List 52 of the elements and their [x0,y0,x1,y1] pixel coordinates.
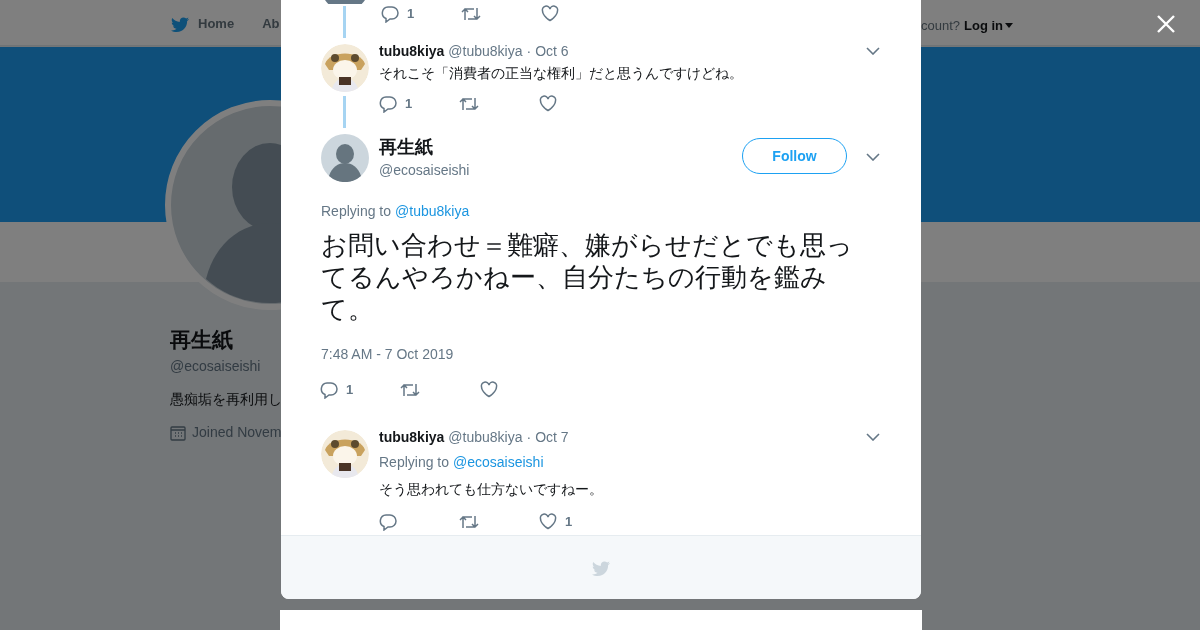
replying-label: Replying to [379,453,450,472]
bird-icon [170,14,190,33]
tweet-timestamp[interactable]: 7:48 AM - 7 Oct 2019 [321,344,881,365]
joined-date: Joined Novem [192,423,282,442]
nav-link[interactable]: Ab [262,14,280,34]
heart-icon [539,95,557,113]
user-handle: @tubu8kiya [448,42,523,60]
user-name[interactable]: tubu8kiya [379,42,445,60]
thread-line [343,96,346,128]
bird-icon [591,558,611,577]
profile-name: 再生紙 [170,327,234,353]
speech-bubble-icon [381,4,399,23]
profile-handle: @ecosaiseishi [170,357,262,376]
speech-bubble-icon [379,94,397,113]
chevron-down-icon [866,433,880,441]
login-link[interactable]: Log in [964,16,1014,36]
reply-button[interactable]: 1 [381,4,461,24]
tweet-text: それこそ「消費者の正当な権利」だと思うんですけどね。 [379,64,743,83]
speech-bubble-icon [379,512,397,531]
calendar-icon [170,424,186,441]
mention-link[interactable]: @ecosaiseishi [453,452,544,473]
tweet-text: そう思われても仕方ないですねー。 [379,480,604,499]
retweet-icon [400,381,420,398]
like-button[interactable]: 1 [539,512,619,532]
tweet-text: お問い合わせ＝難癖、嫌がらせだとでも思ってるんやろかねー、自分たちの行動を鑑みて。 [321,229,854,325]
tweet-date[interactable]: Oct 6 [535,42,569,60]
speech-bubble-icon [320,380,338,399]
retweet-icon [461,5,481,22]
separator-dot: · [526,42,532,60]
chevron-down-icon [866,47,880,55]
caret-icon [1005,23,1014,29]
user-handle: @ecosaiseishi [379,160,470,180]
mention-link[interactable]: @tubu8kiya [395,201,470,222]
heart-icon [539,513,557,531]
reply-button[interactable]: 1 [320,380,400,400]
replying-label: Replying to [321,202,392,221]
heart-icon [541,5,559,23]
heart-icon [480,381,498,399]
tweet-date[interactable]: Oct 7 [535,428,569,446]
login-prompt: count? [921,17,961,35]
profile-bio: 愚痴垢を再利用し [170,390,282,409]
reply-button[interactable]: 1 [379,94,459,114]
user-name[interactable]: 再生紙 [379,135,470,158]
retweet-icon [459,95,479,112]
thread-line [343,6,346,38]
close-icon [1156,14,1176,34]
user-handle: @tubu8kiya [448,428,523,446]
retweet-icon [459,513,479,530]
user-name[interactable]: tubu8kiya [379,428,445,446]
chevron-down-icon [866,153,880,161]
separator-dot: · [526,428,532,446]
nav-link[interactable]: Home [170,14,235,34]
